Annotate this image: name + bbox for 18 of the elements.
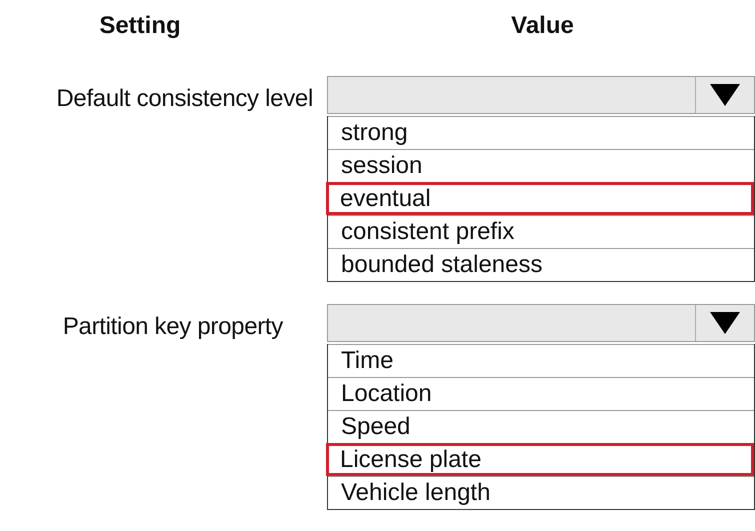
setting-label: Default consistency level <box>56 85 313 113</box>
dropdown-option[interactable]: consistent prefix <box>328 215 754 248</box>
dropdown-option[interactable]: strong <box>328 116 754 149</box>
caret-icon <box>710 84 740 106</box>
setting-label: Partition key property <box>62 313 283 341</box>
dropdown-option[interactable]: eventual <box>326 182 754 215</box>
column-header: Value <box>510 12 575 41</box>
dropdown[interactable] <box>327 76 755 114</box>
dropdown-option[interactable]: Vehicle length <box>328 476 754 509</box>
dropdown[interactable] <box>327 304 755 342</box>
column-header: Setting <box>98 12 182 41</box>
caret-icon <box>710 312 740 334</box>
dropdown-option[interactable]: session <box>328 149 754 182</box>
dropdown-option[interactable]: License plate <box>326 443 754 476</box>
dropdown-option[interactable]: Location <box>328 377 754 410</box>
dropdown-option[interactable]: Speed <box>328 410 754 443</box>
dropdown-option[interactable]: Time <box>328 344 754 377</box>
dropdown-option[interactable]: bounded staleness <box>328 248 754 281</box>
